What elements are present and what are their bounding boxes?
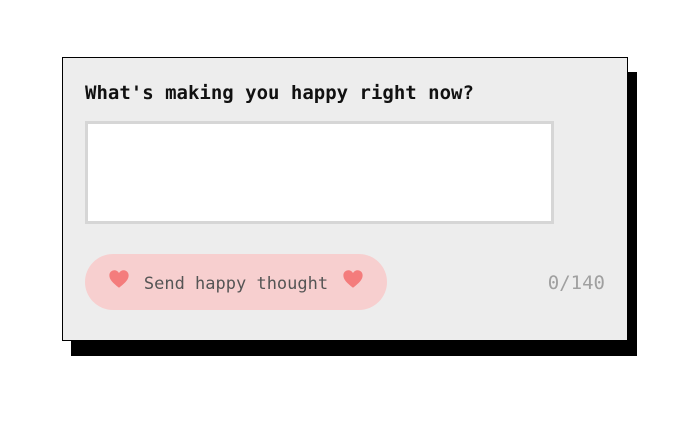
send-button-label: Send happy thought: [143, 274, 329, 294]
question-heading: What's making you happy right now?: [85, 82, 474, 104]
heart-icon: [108, 268, 130, 290]
heart-icon: [342, 268, 364, 290]
send-happy-thought-button[interactable]: Send happy thought: [85, 254, 387, 310]
character-counter: 0/140: [547, 272, 605, 294]
happy-thought-input[interactable]: [85, 121, 554, 224]
happy-thought-form: What's making you happy right now? Send …: [62, 57, 628, 341]
